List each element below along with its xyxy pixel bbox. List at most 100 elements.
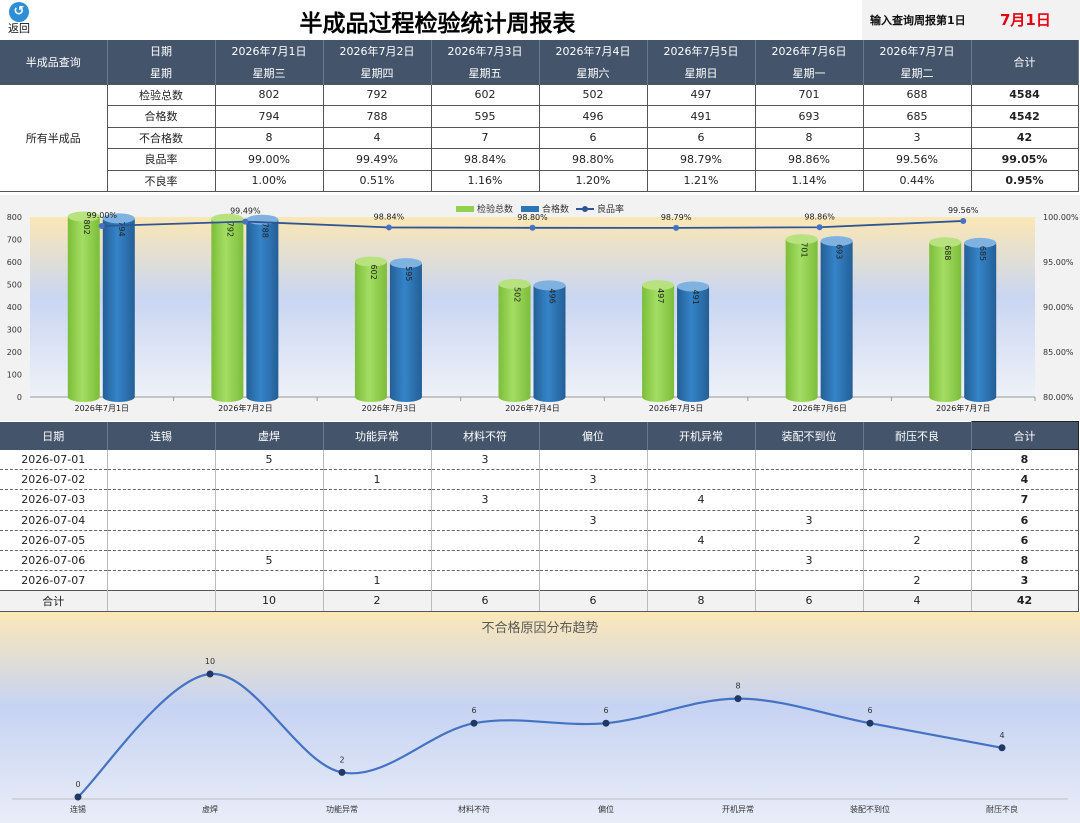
metric-cell: 98.84% bbox=[430, 148, 540, 171]
legend-label: 合格数 bbox=[542, 203, 569, 215]
defect-table: 日期 连锡 虚焊 功能异常 材料不符 偏位 开机异常 装配不到位 耐压不良 合计 2026-07-… bbox=[0, 421, 1079, 612]
defect-cell bbox=[647, 449, 756, 471]
y-left-tick: 0 bbox=[17, 393, 22, 402]
yield-point bbox=[816, 224, 823, 231]
legend-marker bbox=[582, 206, 588, 212]
defect-total-cell: 6 bbox=[431, 590, 540, 612]
defect-total-cell: 10 bbox=[215, 590, 324, 612]
weekday-header: 星期四 bbox=[323, 62, 432, 84]
trend-value-label: 6 bbox=[603, 706, 608, 715]
yield-label: 98.84% bbox=[374, 212, 405, 221]
bar-value-label: 491 bbox=[691, 290, 700, 305]
metric-cell: 1.00% bbox=[214, 169, 324, 192]
corner-cell[interactable]: 半成品查询 bbox=[0, 40, 108, 84]
metric-cell: 4 bbox=[322, 126, 432, 149]
x-tick-label: 2026年7月5日 bbox=[649, 403, 704, 413]
defect-date: 2026-07-02 bbox=[0, 469, 108, 491]
defect-date: 2026-07-06 bbox=[0, 550, 108, 572]
defect-cell bbox=[431, 550, 540, 572]
metric-label: 合格数 bbox=[106, 105, 216, 128]
legend-swatch bbox=[456, 206, 474, 212]
trend-category-label: 开机异常 bbox=[722, 804, 754, 814]
metric-cell: 99.56% bbox=[862, 148, 972, 171]
defect-cell bbox=[647, 570, 756, 592]
summary-row: 不良率 1.00% 0.51% 1.16% 1.20% 1.21% 1.14% 0.44% 0.… bbox=[0, 169, 1079, 192]
bar-total-inspected bbox=[211, 213, 244, 402]
metric-cell: 98.80% bbox=[538, 148, 648, 171]
inspection-combo-chart: 0 100 200 300 400 500 600 700 800 80.00% 85.00% 90.… bbox=[0, 195, 1080, 421]
defect-header: 材料不符 bbox=[431, 421, 540, 450]
defect-cell bbox=[215, 530, 324, 551]
bar-passed bbox=[964, 237, 997, 402]
summary-row: 良品率 99.00% 99.49% 98.84% 98.80% 98.79% 98.86% 9… bbox=[0, 148, 1079, 171]
bar-value-label: 693 bbox=[835, 244, 844, 259]
metric-cell: 99.00% bbox=[214, 148, 324, 171]
defect-cell bbox=[215, 510, 324, 531]
date-header: 2026年7月7日 bbox=[863, 40, 972, 62]
trend-value-label: 6 bbox=[867, 706, 872, 715]
metric-total: 42 bbox=[970, 126, 1079, 149]
y-left-tick: 600 bbox=[7, 258, 22, 267]
defect-cell: 6 bbox=[970, 530, 1079, 551]
metric-total: 0.95% bbox=[970, 169, 1079, 192]
defect-cell bbox=[323, 449, 432, 471]
defect-cell bbox=[647, 469, 756, 491]
defect-cell: 3 bbox=[431, 449, 540, 471]
metric-cell: 1.21% bbox=[646, 169, 756, 192]
summary-date-row: 半成品查询 日期 2026年7月1日 2026年7月2日 2026年7月3日 2026年7… bbox=[0, 40, 1079, 84]
metric-cell: 98.86% bbox=[754, 148, 864, 171]
defect-cell bbox=[539, 530, 648, 551]
defect-trend-chart: 不合格原因分布趋势 0 连锡 10 虚焊 2 功能异常 6 材料不符 6 偏位 8 开机异常 6 装配不到位… bbox=[0, 612, 1080, 823]
defect-cell: 3 bbox=[539, 510, 648, 531]
defect-cell bbox=[863, 449, 972, 471]
table-row: 2026-07-04 3 3 6 bbox=[0, 510, 1079, 531]
trend-title: 不合格原因分布趋势 bbox=[481, 620, 598, 636]
table-row: 2026-07-01 5 3 8 bbox=[0, 449, 1079, 471]
defect-cell bbox=[107, 469, 216, 491]
bar-value-label: 497 bbox=[656, 288, 665, 303]
defect-cell bbox=[431, 510, 540, 531]
header-bar: ↺ 返回 半成品过程检验统计周报表 输入查询周报第1日 7月1日 bbox=[0, 0, 1080, 40]
defect-date: 2026-07-03 bbox=[0, 489, 108, 511]
defect-cell: 4 bbox=[647, 530, 756, 551]
trend-point bbox=[998, 744, 1006, 752]
defect-cell: 5 bbox=[215, 550, 324, 572]
plot-background bbox=[30, 217, 1035, 397]
defect-cell bbox=[755, 489, 864, 511]
back-button[interactable]: ↺ 返回 bbox=[4, 2, 34, 36]
metric-cell: 1.20% bbox=[538, 169, 648, 192]
defect-header: 连锡 bbox=[107, 421, 216, 450]
metric-cell: 496 bbox=[538, 105, 648, 128]
total-header: 合计 bbox=[971, 40, 1079, 84]
weekday-header: 星期一 bbox=[755, 62, 864, 84]
bar-value-label: 788 bbox=[260, 223, 269, 238]
trend-category-label: 偏位 bbox=[598, 804, 614, 814]
date-header: 2026年7月3日 bbox=[431, 40, 540, 62]
metric-cell: 688 bbox=[862, 83, 972, 106]
yield-label: 99.49% bbox=[230, 207, 261, 216]
trend-point bbox=[74, 793, 82, 801]
y-right-tick: 85.00% bbox=[1043, 348, 1074, 357]
defect-header: 虚焊 bbox=[215, 421, 324, 450]
query-date-input[interactable]: 7月1日 bbox=[1000, 9, 1051, 30]
trend-value-label: 8 bbox=[735, 682, 740, 691]
defect-total-cell: 6 bbox=[755, 590, 864, 612]
yield-point bbox=[242, 218, 249, 225]
bar-total-inspected bbox=[785, 234, 818, 402]
summary-table: 半成品查询 日期 2026年7月1日 2026年7月2日 2026年7月3日 2026年7… bbox=[0, 40, 1079, 192]
defect-date: 2026-07-01 bbox=[0, 449, 108, 471]
defect-cell: 1 bbox=[323, 469, 432, 491]
defect-cell: 3 bbox=[755, 550, 864, 572]
group-label: 所有半成品 bbox=[0, 83, 108, 192]
defect-cell bbox=[755, 449, 864, 471]
defect-cell bbox=[323, 550, 432, 572]
metric-cell: 602 bbox=[430, 83, 540, 106]
bar-value-label: 794 bbox=[117, 221, 126, 236]
y-right-tick: 80.00% bbox=[1043, 393, 1074, 402]
metric-cell: 685 bbox=[862, 105, 972, 128]
bar-value-label: 688 bbox=[943, 245, 952, 260]
y-right-tick: 100.00% bbox=[1043, 213, 1079, 222]
defect-cell bbox=[215, 570, 324, 592]
defect-cell bbox=[647, 510, 756, 531]
defect-header: 功能异常 bbox=[323, 421, 432, 450]
